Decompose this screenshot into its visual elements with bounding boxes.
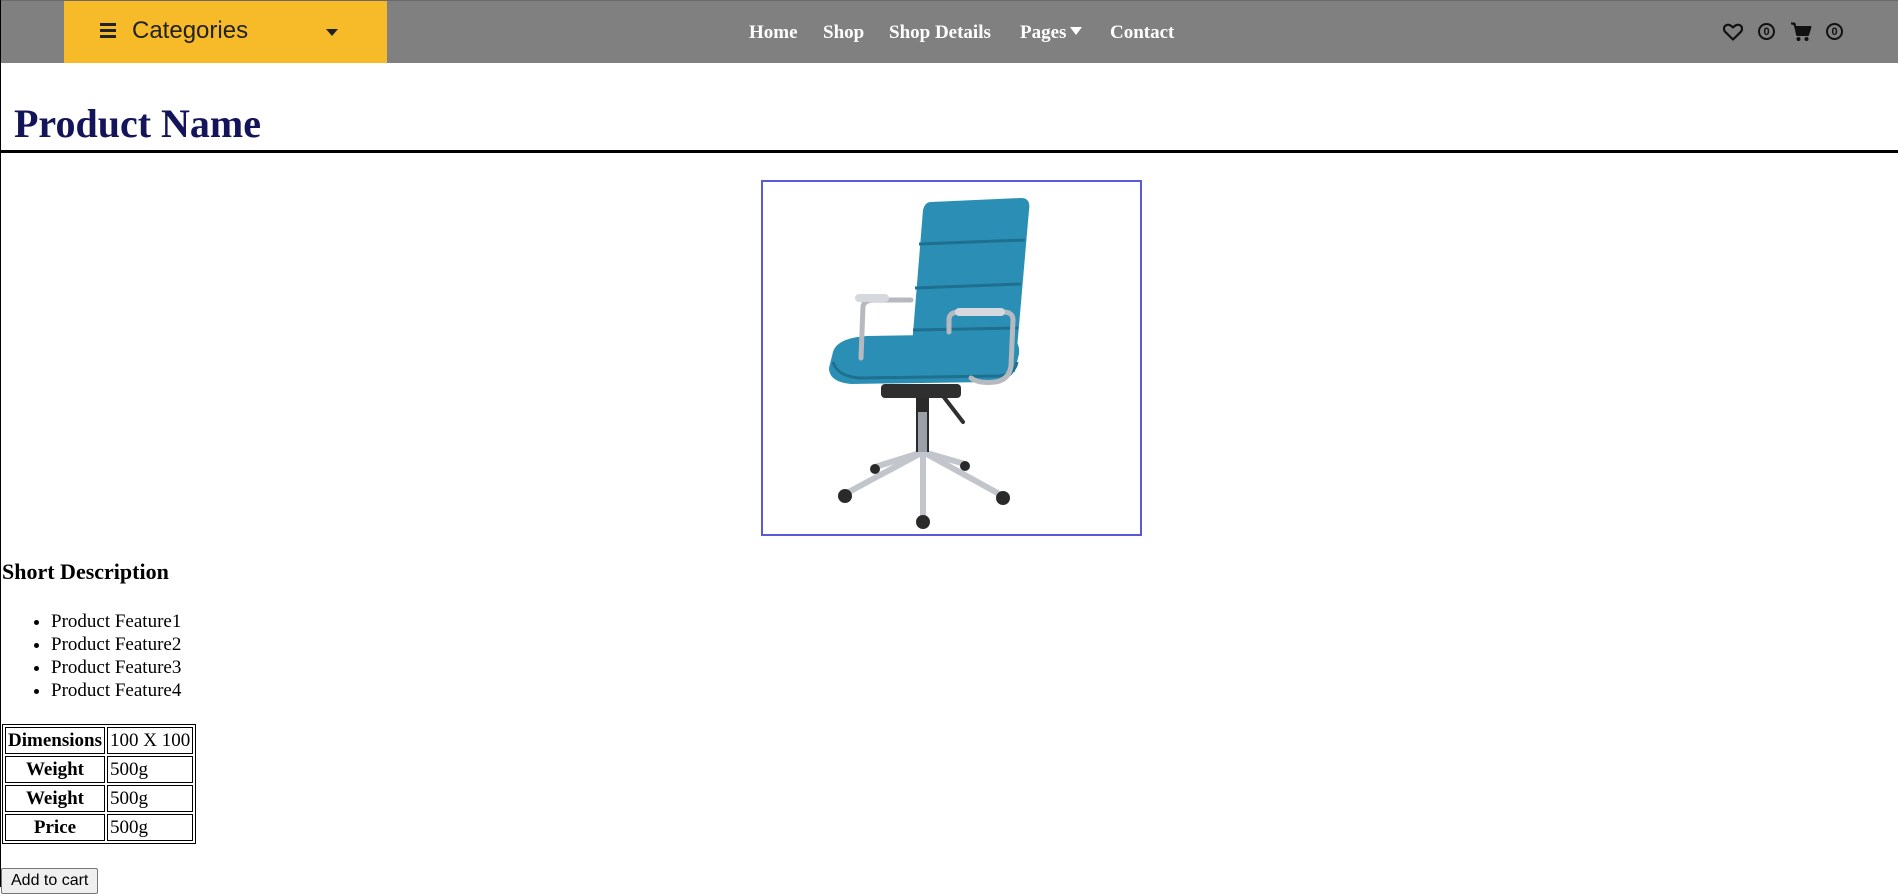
header-icons: 0 0 <box>1 21 1898 45</box>
list-item: Product Feature3 <box>51 656 181 679</box>
title-divider <box>1 150 1898 153</box>
spec-label: Weight <box>5 785 105 812</box>
table-row: Dimensions 100 X 100 <box>5 727 194 754</box>
top-nav-bar: Categories Home Shop Shop Details Pages … <box>1 0 1898 63</box>
list-item: Product Feature1 <box>51 610 181 633</box>
list-item: Product Feature4 <box>51 679 181 702</box>
spec-value: 100 X 100 <box>106 727 194 754</box>
product-image <box>761 180 1142 536</box>
short-description-heading: Short Description <box>2 559 169 584</box>
spec-label: Dimensions <box>5 727 105 754</box>
list-item: Product Feature2 <box>51 633 181 656</box>
heart-icon[interactable] <box>1723 23 1743 41</box>
cart-count-badge: 0 <box>1826 23 1843 40</box>
table-row: Weight 500g <box>5 756 194 783</box>
wishlist-count-badge: 0 <box>1758 23 1775 40</box>
table-row: Price 500g <box>5 814 194 841</box>
table-row: Weight 500g <box>5 785 194 812</box>
spec-label: Weight <box>5 756 105 783</box>
cart-icon[interactable] <box>1790 22 1812 42</box>
specs-table: Dimensions 100 X 100 Weight 500g Weight … <box>2 724 197 844</box>
spec-value: 500g <box>106 785 194 812</box>
product-title: Product Name <box>14 101 261 146</box>
add-to-cart-button[interactable]: Add to cart <box>1 868 99 894</box>
office-chair-image <box>763 182 1140 534</box>
spec-label: Price <box>5 814 105 841</box>
feature-list: Product Feature1 Product Feature2 Produc… <box>1 610 181 702</box>
spec-value: 500g <box>106 814 194 841</box>
spec-value: 500g <box>106 756 194 783</box>
